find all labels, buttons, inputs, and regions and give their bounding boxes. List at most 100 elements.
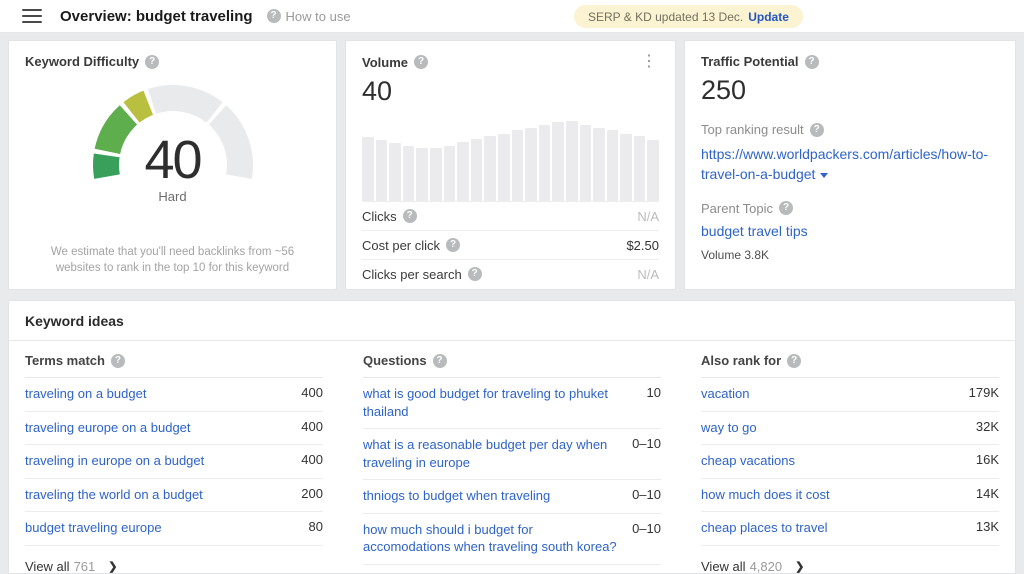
also-rank-for-header: Also rank for (701, 353, 781, 368)
hamburger-menu-icon[interactable] (22, 9, 42, 23)
help-icon[interactable]: ? (787, 354, 801, 368)
parent-topic-link[interactable]: budget travel tips (701, 223, 808, 239)
top-ranking-url[interactable]: https://www.worldpackers.com/articles/ho… (701, 144, 999, 185)
keyword-volume: 10 (647, 385, 661, 400)
keyword-ideas-title: Keyword ideas (9, 301, 1015, 341)
update-badge-text: SERP & KD updated 13 Dec. (588, 10, 743, 24)
kd-value: 40 (25, 133, 320, 187)
keyword-volume: 400 (301, 419, 323, 434)
help-icon: ? (267, 9, 281, 23)
keyword-volume: 80 (309, 519, 323, 534)
keyword-row: what to budget for traveling around euro… (363, 565, 661, 574)
cps-value: N/A (637, 267, 659, 282)
volume-bar (647, 140, 659, 201)
chevron-down-icon[interactable] (820, 173, 828, 178)
keyword-link[interactable]: what is a reasonable budget per day when… (363, 436, 632, 471)
traffic-potential-card: Traffic Potential ? 250 Top ranking resu… (684, 40, 1016, 290)
keyword-row: way to go32K (701, 412, 999, 446)
keyword-row: budget traveling europe80 (25, 512, 323, 546)
help-icon[interactable]: ? (446, 238, 460, 252)
keyword-volume: 0–10 (632, 521, 661, 536)
volume-bar (403, 146, 415, 201)
keyword-difficulty-card: Keyword Difficulty ? 40 Hard We estimate… (8, 40, 337, 290)
top-ranking-label: Top ranking result (701, 122, 804, 137)
volume-bar (484, 136, 496, 201)
keyword-link[interactable]: what is good budget for traveling to phu… (363, 385, 647, 420)
volume-bar (512, 130, 524, 201)
clicks-row: Clicks? N/A (362, 201, 659, 230)
keyword-ideas-card: Keyword ideas Terms match ? traveling on… (8, 300, 1016, 574)
questions-column: Questions ? what is good budget for trav… (363, 341, 661, 574)
volume-bar (457, 142, 469, 201)
volume-bar (389, 143, 401, 201)
keyword-volume: 400 (301, 385, 323, 400)
keyword-volume: 0–10 (632, 436, 661, 451)
volume-bar (552, 122, 564, 201)
keyword-link[interactable]: cheap places to travel (701, 519, 976, 537)
keyword-link[interactable]: traveling on a budget (25, 385, 301, 403)
page-title: Overview: budget traveling (60, 8, 253, 25)
keyword-row: thniogs to budget when traveling0–10 (363, 480, 661, 514)
volume-bar (376, 140, 388, 201)
update-button[interactable]: Update (748, 10, 789, 24)
help-icon[interactable]: ? (810, 123, 824, 137)
keyword-link[interactable]: way to go (701, 419, 976, 437)
cpc-label: Cost per click (362, 238, 440, 253)
keyword-row: traveling in europe on a budget400 (25, 445, 323, 479)
keyword-row: traveling on a budget400 (25, 378, 323, 412)
keyword-row: what is good budget for traveling to phu… (363, 378, 661, 429)
keyword-link[interactable]: traveling in europe on a budget (25, 452, 301, 470)
help-icon[interactable]: ? (403, 209, 417, 223)
how-to-use[interactable]: ? How to use (267, 9, 351, 24)
volume-bar (444, 146, 456, 201)
view-all-terms-match[interactable]: View all 761 ❯ (25, 559, 323, 574)
chevron-right-icon: ❯ (108, 560, 117, 573)
volume-bar (430, 148, 442, 201)
keyword-volume: 16K (976, 452, 999, 467)
clicks-label: Clicks (362, 209, 397, 224)
volume-bar (471, 139, 483, 201)
keyword-volume: 32K (976, 419, 999, 434)
tp-value: 250 (701, 75, 999, 106)
keyword-volume: 14K (976, 486, 999, 501)
cpc-value: $2.50 (626, 238, 659, 253)
update-badge: SERP & KD updated 13 Dec. Update (574, 5, 803, 28)
volume-bar (593, 128, 605, 201)
keyword-link[interactable]: traveling the world on a budget (25, 486, 301, 504)
kd-title: Keyword Difficulty (25, 54, 139, 69)
chevron-right-icon: ❯ (795, 560, 804, 573)
keyword-volume: 400 (301, 452, 323, 467)
volume-bar (416, 148, 428, 201)
kebab-menu-icon[interactable]: ⋮ (639, 54, 659, 70)
also-rank-for-column: Also rank for ? vacation179K way to go32… (701, 341, 999, 574)
help-icon[interactable]: ? (433, 354, 447, 368)
keyword-link[interactable]: traveling europe on a budget (25, 419, 301, 437)
cost-per-click-row: Cost per click? $2.50 (362, 230, 659, 259)
help-icon[interactable]: ? (111, 354, 125, 368)
clicks-value: N/A (637, 209, 659, 224)
keyword-link[interactable]: vacation (701, 385, 969, 403)
keyword-row: traveling the world on a budget200 (25, 479, 323, 513)
keyword-link[interactable]: thniogs to budget when traveling (363, 487, 632, 505)
keyword-link[interactable]: how much does it cost (701, 486, 976, 504)
help-icon[interactable]: ? (414, 55, 428, 69)
help-icon[interactable]: ? (145, 55, 159, 69)
keyword-row: traveling europe on a budget400 (25, 412, 323, 446)
keyword-link[interactable]: cheap vacations (701, 452, 976, 470)
volume-bar (634, 136, 646, 201)
view-all-also-rank-for[interactable]: View all 4,820 ❯ (701, 559, 999, 574)
keyword-row: cheap places to travel13K (701, 512, 999, 546)
how-to-use-label: How to use (286, 9, 351, 24)
keyword-row: how much does it cost14K (701, 479, 999, 513)
help-icon[interactable]: ? (468, 267, 482, 281)
keyword-row: what is a reasonable budget per day when… (363, 429, 661, 480)
help-icon[interactable]: ? (805, 55, 819, 69)
volume-bar (580, 125, 592, 201)
parent-topic-volume: Volume 3.8K (701, 248, 999, 262)
volume-bar (525, 128, 537, 201)
kd-footnote: We estimate that you'll need backlinks f… (25, 245, 320, 276)
terms-match-header: Terms match (25, 353, 105, 368)
keyword-link[interactable]: budget traveling europe (25, 519, 309, 537)
keyword-link[interactable]: how much should i budget for accomodatio… (363, 521, 632, 556)
help-icon[interactable]: ? (779, 201, 793, 215)
